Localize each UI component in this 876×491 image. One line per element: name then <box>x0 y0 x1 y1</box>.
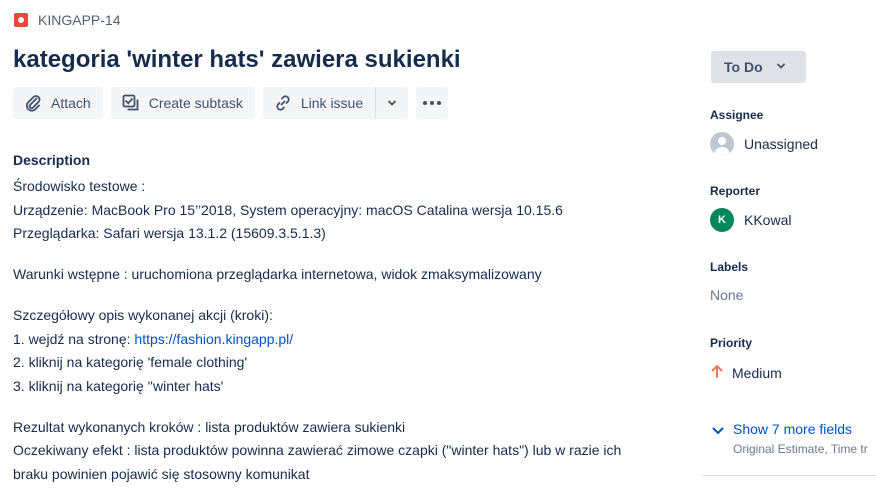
issue-title[interactable]: kategoria 'winter hats' zawiera sukienki <box>13 46 461 74</box>
chevron-down-icon <box>711 424 725 442</box>
priority-label: Priority <box>710 336 753 350</box>
description-line: Rezultat wykonanych kroków : lista produ… <box>13 418 406 435</box>
link-issue-dropdown-button[interactable] <box>375 87 409 119</box>
unassigned-avatar-icon <box>710 132 734 156</box>
issue-toolbar: Attach Create subtask Link issue <box>13 87 449 119</box>
description-line: Warunki wstępne : uruchomiona przeglądar… <box>13 266 542 282</box>
description-line: Oczekiwany efekt : lista produktów powin… <box>13 442 622 458</box>
more-dots-icon <box>422 100 442 106</box>
description-line: Urządzenie: MacBook Pro 15’’2018, System… <box>13 201 563 218</box>
description-line: Środowisko testowe : <box>13 178 146 194</box>
fashion-site-link[interactable]: https://fashion.kingapp.pl/ <box>134 331 293 347</box>
description-line: Szczegółowy opis wykonanej akcji (kroki)… <box>13 307 273 323</box>
description-line: 2. kliknij na kategorię 'female clothing… <box>13 354 248 370</box>
bug-icon <box>14 13 28 27</box>
description-line: braku powinien pojawić się stosowny komu… <box>13 465 310 482</box>
attach-label: Attach <box>51 95 91 111</box>
link-issue-button[interactable]: Link issue <box>262 87 376 119</box>
create-subtask-label: Create subtask <box>148 95 243 111</box>
priority-value: Medium <box>732 364 782 381</box>
description-line: Przeglądarka: Safari wersja 13.1.2 (1560… <box>13 225 326 241</box>
labels-label: Labels <box>710 260 749 274</box>
status-dropdown-button[interactable]: To Do <box>711 51 806 83</box>
subtask-icon <box>121 93 141 113</box>
link-icon <box>273 93 293 113</box>
assignee-field[interactable]: Unassigned <box>710 132 818 156</box>
description-line: 3. kliknij na kategorię ''winter hats' <box>13 377 224 394</box>
assignee-value: Unassigned <box>744 136 818 152</box>
show-more-fields-subtitle: Original Estimate, Time tr <box>733 442 868 456</box>
chevron-down-icon <box>386 97 398 109</box>
show-more-fields-label: Show 7 more fields <box>733 421 853 437</box>
description-step-1: 1. wejdź na stronę: https://fashion.king… <box>13 328 653 352</box>
sidebar-divider <box>702 475 876 476</box>
show-more-fields-button[interactable]: Show 7 more fields Original Estimate, Ti… <box>711 421 868 456</box>
create-subtask-button[interactable]: Create subtask <box>110 87 255 119</box>
assignee-label: Assignee <box>710 108 764 122</box>
priority-field[interactable]: Medium <box>710 363 782 382</box>
more-actions-button[interactable] <box>416 87 449 119</box>
reporter-label: Reporter <box>710 184 761 198</box>
status-label: To Do <box>724 59 763 75</box>
description-step-1-text: 1. wejdź na stronę: <box>13 330 135 347</box>
priority-medium-arrow-icon <box>710 363 724 382</box>
reporter-value: KKowal <box>744 212 792 228</box>
issue-key-breadcrumb[interactable]: KINGAPP-14 <box>14 12 120 28</box>
issue-key[interactable]: KINGAPP-14 <box>38 12 120 28</box>
description-body[interactable]: Środowisko testowe : Urządzenie: MacBook… <box>13 175 653 486</box>
description-heading: Description <box>13 152 91 168</box>
chevron-down-icon <box>775 59 787 75</box>
attach-button[interactable]: Attach <box>13 87 103 119</box>
labels-value[interactable]: None <box>710 287 743 303</box>
reporter-field[interactable]: K KKowal <box>710 208 791 232</box>
reporter-avatar: K <box>710 208 734 232</box>
paperclip-icon <box>23 93 43 113</box>
link-issue-label: Link issue <box>300 95 364 111</box>
